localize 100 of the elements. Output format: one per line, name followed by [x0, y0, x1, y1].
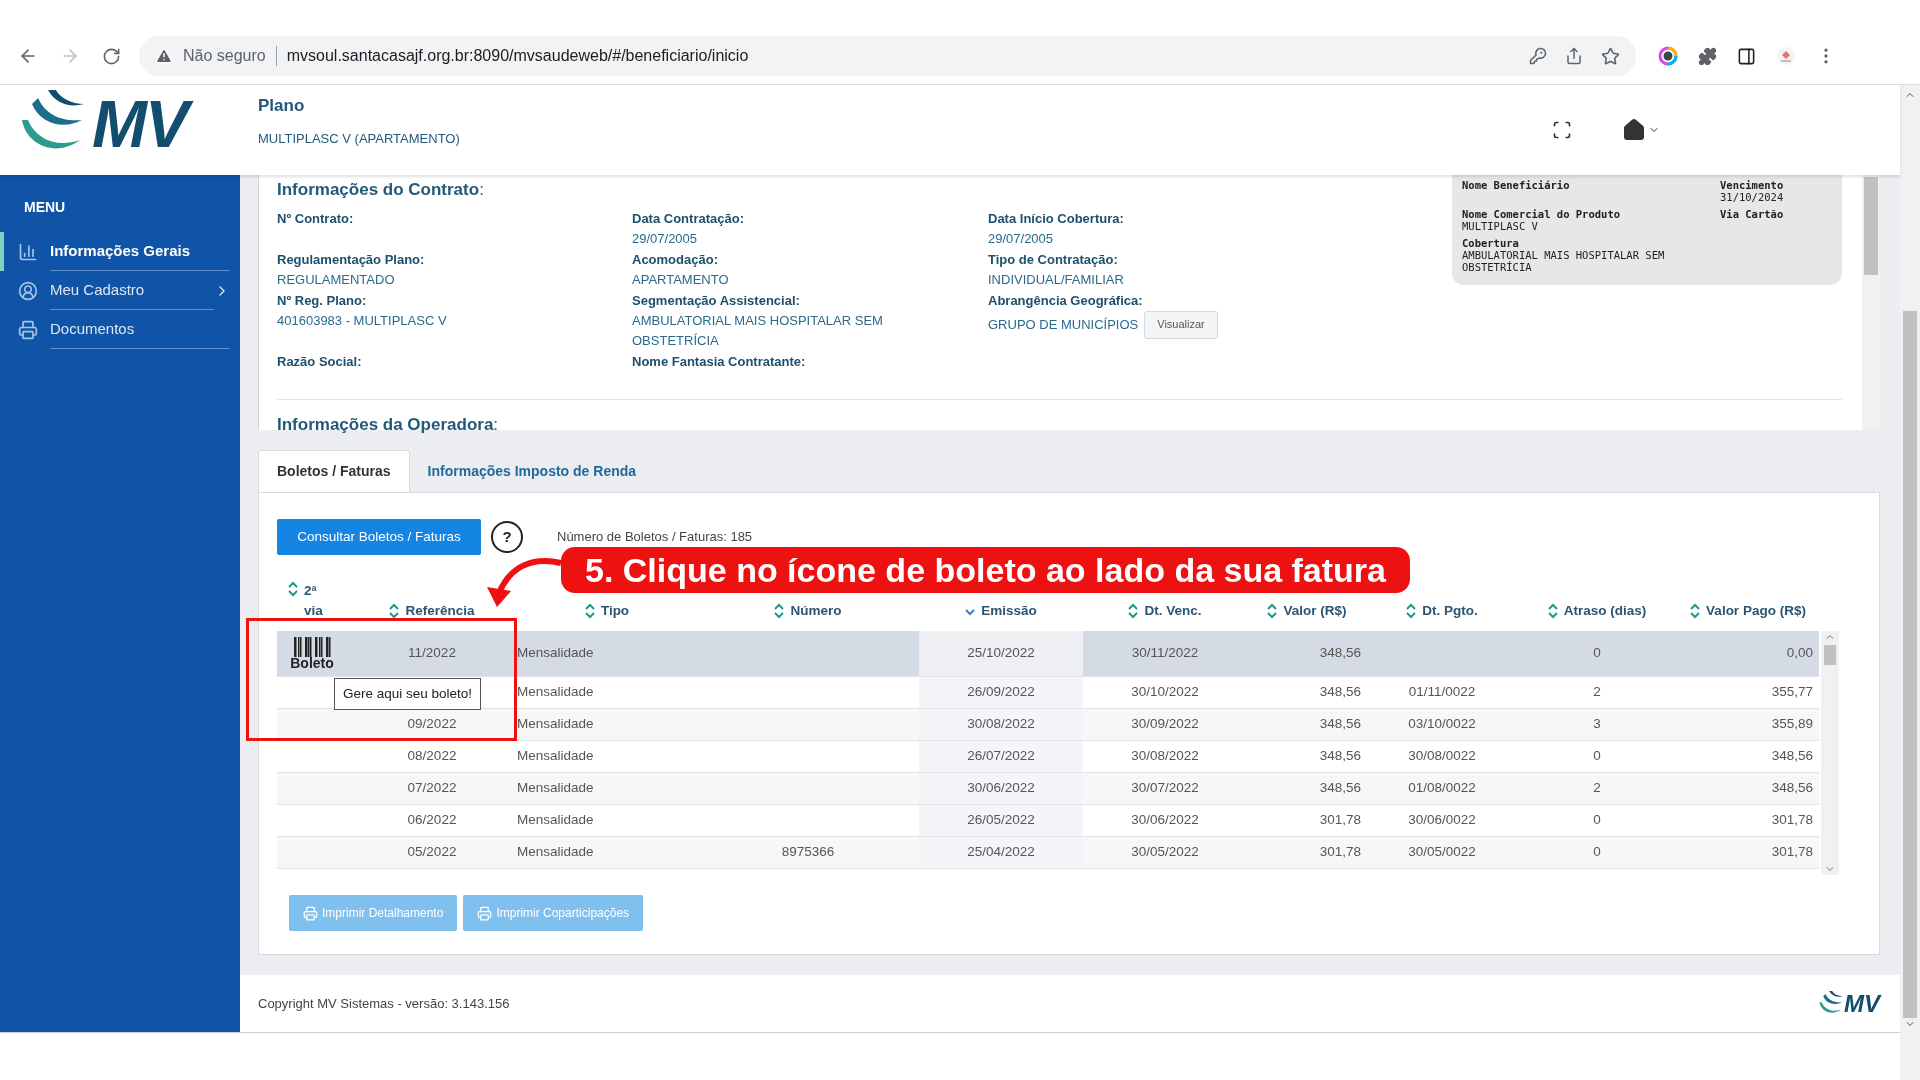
table-cell-text: 06/2022 [407, 811, 457, 830]
bookmark-star-icon[interactable] [1601, 46, 1620, 66]
column-header[interactable]: Emissão [965, 600, 1037, 621]
table-cell-text: 30/05/0022 [1408, 843, 1476, 862]
home-menu-button[interactable] [1622, 118, 1660, 142]
table-cell-text: 07/2022 [407, 779, 457, 798]
field-label: Data Contratação: [632, 209, 745, 228]
column-header[interactable]: Dt. Pgto. [1406, 600, 1478, 621]
table-cell-text: 2 [1593, 779, 1601, 798]
field-label: Nº Contrato: [277, 209, 355, 228]
key-icon[interactable] [1529, 47, 1547, 65]
reload-icon[interactable] [102, 46, 121, 66]
view-button[interactable]: Visualizar [1144, 310, 1218, 339]
table-cell-text: 01/08/0022 [1408, 779, 1476, 798]
menu-item[interactable]: Meu Cadastro [0, 271, 240, 310]
field-label: Data Início Cobertura: [988, 209, 1125, 228]
column-header[interactable]: Referência [389, 600, 475, 621]
field-value: REGULAMENTADO [277, 270, 396, 289]
tab[interactable]: Boletos / Faturas [258, 450, 410, 492]
table-cell-text: 30/06/2022 [1131, 811, 1199, 830]
page-scrollbar[interactable] [1900, 85, 1920, 1080]
table-cell-text: Mensalidade [517, 779, 594, 798]
table-cell-text: Mensalidade [517, 843, 594, 862]
field-label: Regulamentação Plano: [277, 250, 426, 269]
scroll-thumb[interactable] [1824, 645, 1836, 665]
table-row[interactable]: 08/2022 Mensalidade 26/07/2022 30/08/2022 348,56 30/08/0022 0 348,56 [277, 741, 1819, 773]
table-cell-text: 30/05/2022 [1131, 843, 1199, 862]
sort-icon[interactable] [584, 602, 595, 619]
share-icon[interactable] [1565, 47, 1583, 65]
sort-icon[interactable] [288, 580, 298, 597]
sort-icon[interactable] [389, 602, 400, 619]
sort-icon[interactable] [1690, 602, 1701, 619]
table-row[interactable]: 09/2022 Mensalidade 30/08/2022 30/09/2022 348,56 03/10/0022 3 355,89 [277, 709, 1819, 741]
table-cell-text: 355,77 [1771, 683, 1813, 702]
url-text: mvsoul.santacasajf.org.br:8090/mvsaudeweb/#/beneficiario/inicio [286, 46, 749, 66]
column-header[interactable]: Valor (R$) [1267, 600, 1347, 621]
table-cell-text: 26/07/2022 [967, 747, 1035, 766]
sort-icon[interactable] [1128, 602, 1139, 619]
fullscreen-icon[interactable] [1552, 120, 1572, 140]
table-row[interactable]: 06/2022 Mensalidade 26/05/2022 30/06/2022 301,78 30/06/0022 0 301,78 [277, 805, 1819, 837]
table-row[interactable]: 05/2022 Mensalidade 8975366 25/04/2022 30/05/2022 301,78 30/05/0022 0 301,78 [277, 837, 1819, 869]
table-cell-text: 348,56 [1319, 779, 1361, 798]
barcode-button[interactable]: Boleto [290, 637, 334, 670]
scroll-thumb[interactable] [1903, 310, 1917, 1019]
column-header[interactable]: Dt. Venc. [1128, 600, 1202, 621]
table-cell-text: 3 [1593, 715, 1601, 734]
menu-item[interactable]: Documentos [0, 310, 240, 349]
card-label: Via Cartão [1720, 208, 1785, 220]
sort-icon[interactable] [1547, 602, 1558, 619]
table-row[interactable]: Boleto 11/2022 Mensalidade 25/10/2022 30/11/2022 348,56 0 0,00 [277, 631, 1819, 677]
field-value: APARTAMENTO [632, 270, 730, 289]
field-value: 401603983 - MULTIPLASC V [277, 311, 448, 330]
table-cell-text: Mensalidade [517, 715, 594, 734]
card-value: 31/10/2024 [1720, 191, 1785, 203]
table-cell-text: 25/10/2022 [967, 644, 1035, 663]
table-cell-text: 348,56 [1319, 683, 1361, 702]
column-header[interactable]: Valor Pago (R$) [1690, 600, 1806, 621]
extensions-icon[interactable] [1698, 46, 1717, 66]
sort-icon[interactable] [774, 602, 785, 619]
table-cell-text: 2 [1593, 683, 1601, 702]
table-scrollbar[interactable] [1821, 631, 1839, 875]
tab[interactable]: Informações Imposto de Renda [409, 450, 655, 492]
field-label: Razão Social: [277, 352, 363, 371]
field-label: Abrangência Geográfica: [988, 291, 1144, 310]
barcode-icon [292, 637, 332, 657]
logo-text: MV [92, 87, 195, 163]
home-icon [1622, 118, 1646, 142]
field-value: AMBULATORIAL MAIS HOSPITALAR SEM OBSTETRÍCIA [632, 311, 884, 350]
field-label: Segmentação Assistencial: [632, 291, 801, 310]
scroll-thumb[interactable] [1864, 177, 1878, 275]
table-cell-text: 30/09/2022 [1131, 715, 1199, 734]
card-value: AMBULATORIAL MAIS HOSPITALAR SEM OBSTETRÍCIA [1462, 249, 1666, 273]
column-header[interactable]: Atraso (dias) [1547, 600, 1647, 621]
menu-title: MENU [24, 198, 67, 217]
table-cell-text: 30/10/2022 [1131, 683, 1199, 702]
side-panel-icon[interactable] [1737, 46, 1756, 66]
help-button[interactable]: ? [491, 521, 523, 553]
table-cell-text: 348,56 [1771, 779, 1813, 798]
column-header[interactable]: 2ª via [288, 580, 336, 621]
table-cell-text: 09/2022 [407, 715, 457, 734]
address-bar[interactable]: Não seguro mvsoul.santacasajf.org.br:8090/mvsaudeweb/#/beneficiario/inicio [139, 36, 1636, 76]
section-title: Informações da Operadora: [277, 414, 499, 434]
table-cell-text: 30/11/2022 [1131, 644, 1199, 663]
table-cell-text: 348,56 [1319, 747, 1361, 766]
search-invoices-button[interactable]: Consultar Boletos / Faturas [277, 519, 481, 555]
color-ring-icon[interactable] [1658, 46, 1678, 66]
sort-icon[interactable] [1406, 602, 1417, 619]
table-cell-text: 348,56 [1319, 644, 1361, 663]
column-header[interactable]: Tipo [584, 600, 630, 621]
sort-icon[interactable] [1267, 602, 1278, 619]
field-label: Nome Fantasia Contratante: [632, 352, 807, 371]
field-value: GRUPO DE MUNICÍPIOS [988, 315, 1139, 334]
table-row[interactable]: 07/2022 Mensalidade 30/06/2022 30/07/2022 348,56 01/08/0022 2 348,56 [277, 773, 1819, 805]
instruction-banner: 5. Clique no ícone de boleto ao lado da sua fatura [561, 547, 1410, 593]
printer-icon [303, 905, 318, 921]
table-cell-text: 0 [1593, 843, 1601, 862]
table-cell-text: 03/10/0022 [1408, 715, 1476, 734]
column-header[interactable]: Número [774, 600, 842, 621]
profile-icon[interactable] [1776, 46, 1796, 66]
scrollbar[interactable] [1862, 175, 1880, 430]
